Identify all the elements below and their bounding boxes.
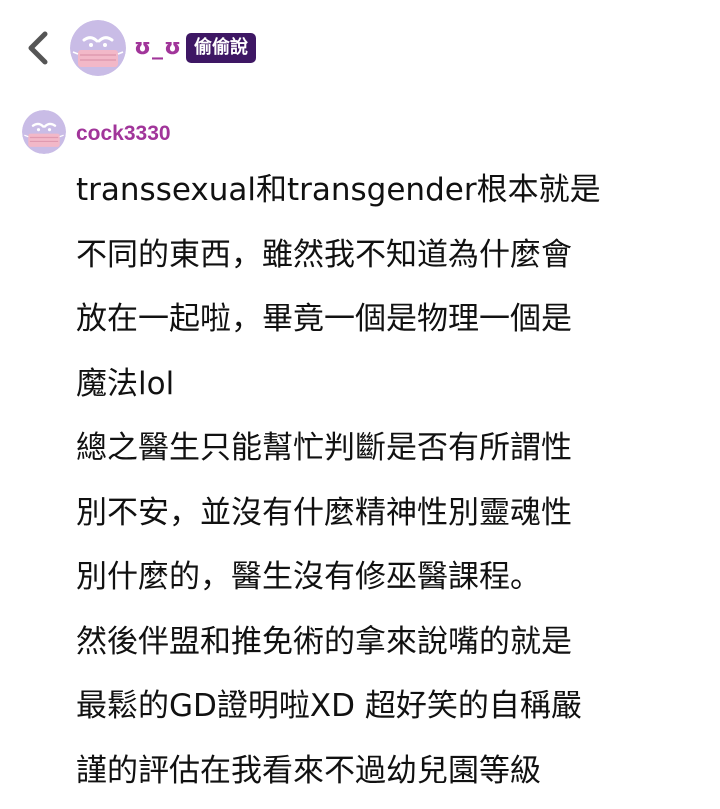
chevron-left-icon	[28, 31, 48, 65]
comment-body: transsexual和transgender根本就是 不同的東西，雖然我不知道…	[76, 158, 696, 803]
comment-username[interactable]: cock3330	[76, 120, 171, 148]
comment-line: 不同的東西，雖然我不知道為什麼會	[76, 236, 572, 273]
author-avatar[interactable]	[70, 20, 126, 76]
comment-line: 別不安，並沒有什麼精神性別靈魂性	[76, 494, 572, 531]
comment-line: 總之醫生只能幫忙判斷是否有所謂性	[76, 430, 572, 466]
masked-face-avatar-icon	[70, 20, 126, 76]
back-button[interactable]	[16, 26, 60, 70]
comment-line: 然後伴盟和推免術的拿來說嘴的就是	[76, 623, 572, 660]
comment-line: 放在一起啦，畢竟一個是物理一個是	[76, 301, 572, 337]
comment-line: 別什麼的，醫生沒有修巫醫課程。	[76, 559, 541, 595]
comment-line: 謹的評估在我看來不過幼兒園等級	[76, 752, 541, 789]
anonymous-badge: 偷偷說	[186, 33, 256, 63]
top-bar: ʊ_ʊ 偷偷說	[0, 0, 720, 96]
author-nickname: ʊ_ʊ	[134, 35, 182, 60]
comment-line: 魔法lol	[76, 365, 175, 402]
comment-line: transsexual和transgender根本就是	[76, 172, 601, 208]
commenter-avatar[interactable]	[22, 110, 66, 154]
masked-face-avatar-icon	[22, 110, 66, 154]
comment-line: 最鬆的GD證明啦XD 超好笑的自稱嚴	[76, 688, 582, 724]
